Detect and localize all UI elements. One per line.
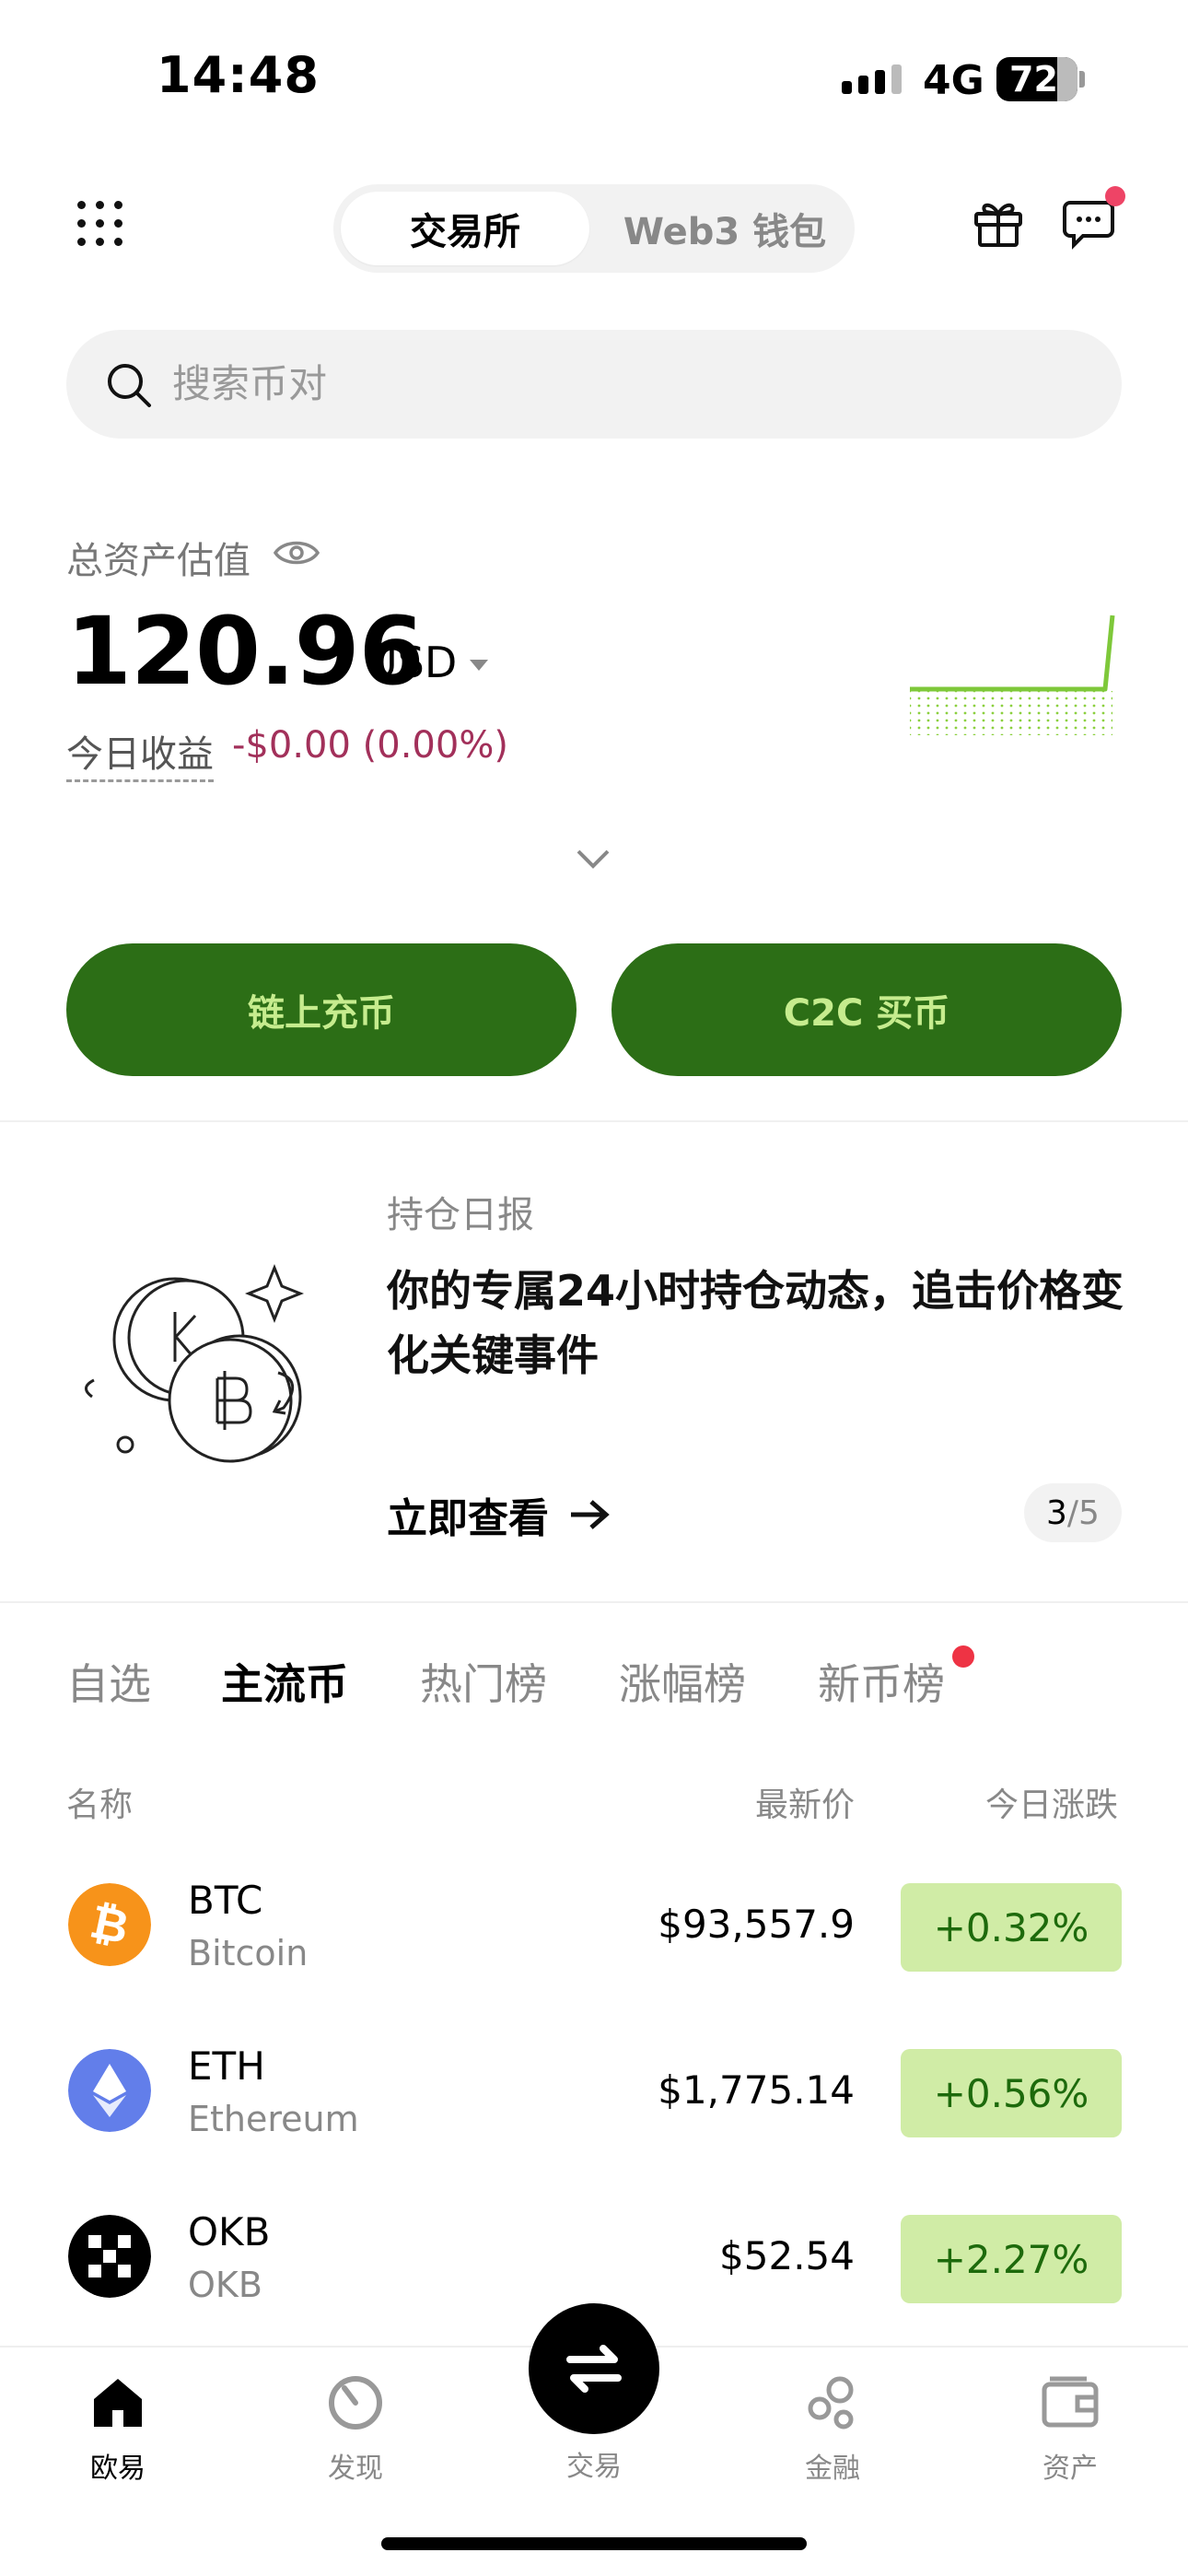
coin-symbol: BTC (188, 1878, 263, 1923)
divider (0, 1120, 1188, 1122)
nav-home-label: 欧易 (90, 2453, 146, 2485)
tab-mainstream[interactable]: 主流币 (221, 1651, 348, 1712)
coin-change-badge[interactable]: +0.32% (901, 1883, 1122, 1972)
coin-symbol: ETH (188, 2043, 265, 2089)
home-icon (94, 2379, 142, 2427)
search-input[interactable] (172, 357, 1001, 409)
header-change: 今日涨跌 (985, 1786, 1119, 1824)
report-description: 你的专属24小时持仓动态，追击价格变化关键事件 (387, 1266, 1124, 1380)
menu-grid-icon[interactable] (72, 195, 127, 251)
view-now-label: 立即查看 (387, 1495, 549, 1542)
caret-down-icon[interactable] (470, 660, 488, 671)
mode-toggle: 交易所 Web3 钱包 (333, 184, 855, 273)
nav-assets[interactable]: 资产 (996, 2370, 1144, 2499)
arrow-right-icon (571, 1500, 610, 1529)
tab-gainers[interactable]: 涨幅榜 (619, 1651, 746, 1712)
c2c-buy-button[interactable]: C2C 买币 (611, 943, 1122, 1076)
nav-finance[interactable]: 金融 (759, 2370, 906, 2499)
eth-logo-icon (68, 2049, 151, 2132)
onchain-deposit-button[interactable]: 链上充币 (66, 943, 577, 1076)
nav-discover[interactable]: 发现 (282, 2370, 429, 2499)
notification-dot (1105, 186, 1125, 206)
nav-discover-label: 发现 (328, 2453, 383, 2485)
home-indicator (381, 2537, 807, 2550)
today-pnl-label[interactable]: 今日收益 (66, 724, 214, 782)
swap-icon (566, 2345, 622, 2393)
gift-icon[interactable] (971, 195, 1026, 251)
discover-icon (329, 2376, 382, 2430)
divider (0, 1601, 1188, 1603)
coin-price: $52.54 (719, 2233, 855, 2278)
table-row[interactable]: OKB OKB $52.54 +2.27% (0, 2200, 1188, 2311)
tab-new-listings[interactable]: 新币榜 (818, 1651, 945, 1712)
coin-price: $93,557.9 (658, 1902, 855, 1947)
header-price: 最新价 (755, 1786, 856, 1824)
coin-price: $1,775.14 (658, 2067, 855, 2113)
trade-button[interactable] (529, 2303, 659, 2434)
report-label: 持仓日报 (387, 1194, 534, 1236)
nav-trade-label: 交易 (566, 2451, 622, 2483)
chevron-down-icon[interactable] (575, 848, 611, 872)
battery-icon: 72 (996, 57, 1077, 101)
asset-sparkline (910, 615, 1115, 735)
eye-icon[interactable] (273, 534, 320, 571)
btc-logo-icon: ₿ (68, 1883, 151, 1966)
coin-name: Bitcoin (188, 1933, 309, 1973)
table-row[interactable]: ₿ BTC Bitcoin $93,557.9 +0.32% (0, 1868, 1188, 1979)
table-row[interactable]: ETH Ethereum $1,775.14 +0.56% (0, 2034, 1188, 2145)
currency-selector[interactable]: USD (367, 638, 457, 687)
header-name: 名称 (66, 1786, 134, 1824)
today-pnl-value: -$0.00 (0.00%) (232, 724, 508, 767)
nav-finance-label: 金融 (805, 2453, 860, 2485)
finance-icon (808, 2376, 854, 2430)
new-badge-dot (952, 1645, 974, 1668)
tab-exchange[interactable]: 交易所 (341, 192, 589, 265)
search-icon (108, 364, 151, 407)
search-bar[interactable] (66, 330, 1122, 439)
coin-change-badge[interactable]: +2.27% (901, 2215, 1122, 2303)
tab-hot[interactable]: 热门榜 (420, 1651, 547, 1712)
coin-change-badge[interactable]: +0.56% (901, 2049, 1122, 2137)
tab-web3-wallet[interactable]: Web3 钱包 (600, 192, 849, 265)
coin-symbol: OKB (188, 2209, 271, 2254)
wallet-icon (1042, 2376, 1099, 2428)
tab-favorites[interactable]: 自选 (66, 1651, 151, 1712)
status-time: 14:48 (157, 46, 320, 104)
coin-name: OKB (188, 2265, 262, 2305)
coins-illustration (85, 1263, 305, 1463)
coin-name: Ethereum (188, 2099, 359, 2139)
pager-current: 3 (1046, 1493, 1067, 1532)
view-now-link[interactable]: 立即查看 (387, 1485, 611, 1544)
network-label: 4G (923, 57, 984, 104)
nav-assets-label: 资产 (1042, 2453, 1098, 2485)
okb-logo-icon (68, 2215, 151, 2298)
app-screen: 14:48 4G 72 交易所 Web3 钱包 总资产估值 12 (0, 0, 1188, 2576)
total-assets-label: 总资产估值 (66, 540, 250, 582)
nav-home[interactable]: 欧易 (44, 2370, 192, 2499)
carousel-pager: 3/5 (1024, 1483, 1122, 1542)
signal-icon (842, 64, 902, 94)
battery-level: 72 (1009, 59, 1058, 100)
pager-total: /5 (1066, 1493, 1100, 1532)
